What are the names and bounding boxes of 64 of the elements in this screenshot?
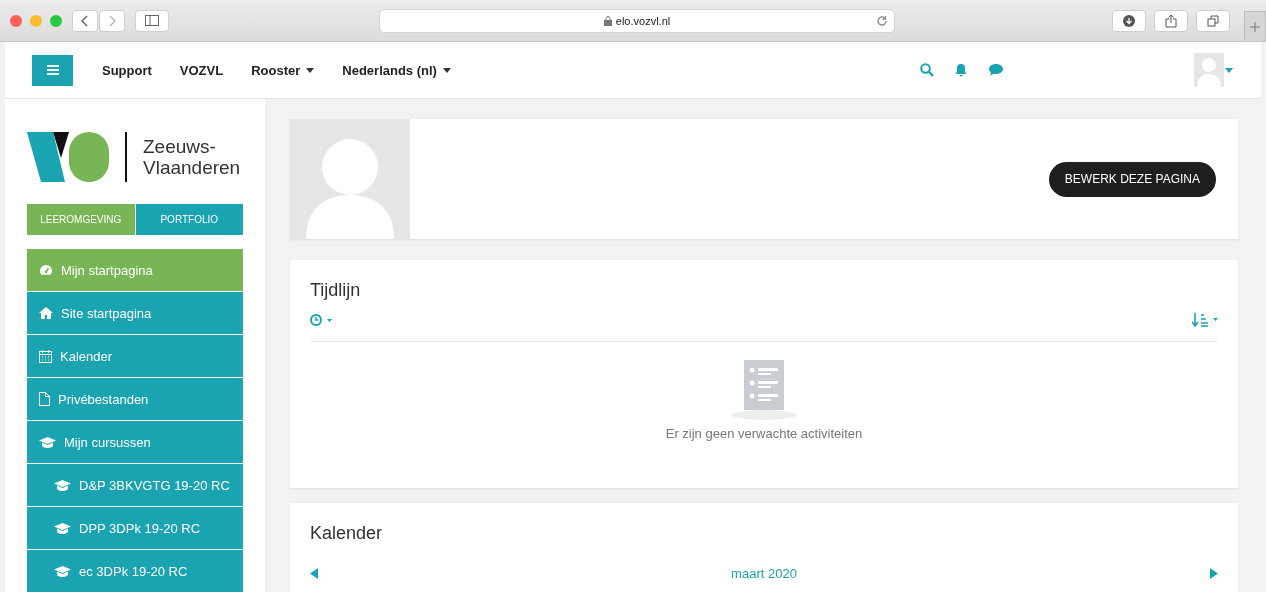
graduation-cap-icon [39, 436, 56, 448]
forward-button[interactable] [99, 9, 125, 32]
sidebar-item[interactable]: Mijn cursussen [27, 421, 243, 463]
close-icon[interactable] [10, 14, 22, 27]
edit-page-button[interactable]: BEWERK DEZE PAGINA [1048, 161, 1216, 197]
graduation-cap-icon [54, 522, 71, 534]
sidebar-item[interactable]: D&P 3BKVGTG 19-20 RC [27, 464, 243, 506]
card-title: Kalender [310, 523, 384, 544]
chevron-left-icon [81, 14, 89, 27]
nav-link[interactable]: Nederlands (nl) [342, 62, 451, 78]
nav-link[interactable]: Support [102, 62, 152, 78]
lock-icon [603, 15, 612, 26]
sidebar-item[interactable]: Mijn startpagina [27, 249, 243, 291]
sidebar-item[interactable]: Site startpagina [27, 292, 243, 334]
menu-icon [46, 65, 59, 75]
plus-icon [1250, 21, 1260, 32]
share-button[interactable] [1154, 9, 1188, 32]
next-month-icon[interactable] [1210, 568, 1218, 579]
previous-month-icon[interactable] [310, 568, 318, 579]
new-tab-button[interactable] [1244, 11, 1266, 41]
tabs-icon [1207, 14, 1219, 27]
caret-icon [1225, 67, 1233, 73]
graduation-cap-icon [54, 565, 71, 577]
tab[interactable]: PORTFOLIO [135, 204, 243, 235]
filter-dropdown[interactable] [310, 314, 332, 326]
tabs-button[interactable] [1196, 9, 1230, 32]
sort-dropdown[interactable] [1192, 313, 1218, 327]
calendar-icon [39, 349, 52, 363]
logo-text: Zeeuws- [143, 136, 217, 157]
empty-message: Er zijn geen verwachte activiteiten [665, 426, 863, 441]
sidebar-icon [145, 15, 159, 26]
search-icon[interactable] [920, 63, 934, 77]
home-icon [39, 307, 53, 319]
sidebar-item[interactable]: ec 3DPk 19-20 RC [27, 550, 243, 592]
sidebar-item[interactable]: Privébestanden [27, 378, 243, 420]
month-label: maart 2020 [731, 566, 797, 581]
logo-icon [27, 132, 111, 182]
caret-icon [306, 67, 315, 73]
logo-text: Vlaanderen [143, 157, 241, 178]
empty-list-icon [729, 360, 799, 420]
card-title: Tijdlijn [310, 280, 362, 301]
menu-button[interactable] [32, 54, 73, 86]
download-button[interactable] [1112, 9, 1146, 32]
tab[interactable]: LEEROMGEVING [27, 204, 135, 235]
bell-icon[interactable] [954, 63, 968, 77]
nav-link[interactable]: Rooster [251, 62, 315, 78]
sidebar-item[interactable]: Kalender [27, 335, 243, 377]
address-bar[interactable]: elo.vozvl.nl [379, 8, 895, 33]
chevron-right-icon [108, 14, 116, 27]
back-button[interactable] [72, 9, 98, 32]
file-icon [39, 392, 50, 406]
chat-icon[interactable] [988, 63, 1004, 77]
dashboard-icon [39, 264, 53, 276]
logo-divider [125, 132, 127, 182]
caret-icon [442, 67, 451, 73]
sidebar-toggle-button[interactable] [135, 9, 169, 32]
share-icon [1165, 13, 1177, 28]
zoom-icon[interactable] [50, 14, 62, 27]
nav-link[interactable]: VOZVL [179, 62, 224, 78]
download-icon [1123, 14, 1135, 27]
url-text: elo.vozvl.nl [615, 14, 671, 27]
graduation-cap-icon [54, 479, 71, 491]
sidebar-item[interactable]: DPP 3DPk 19-20 RC [27, 507, 243, 549]
reload-icon[interactable] [876, 14, 888, 27]
